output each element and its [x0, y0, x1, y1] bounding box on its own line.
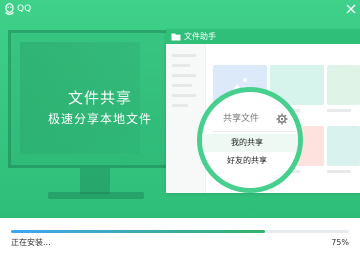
install-status: 正在安装... — [11, 238, 51, 247]
install-percent: 75% — [331, 238, 349, 247]
sidebar-placeholder — [172, 54, 196, 57]
menu-item-label: 好友的共享 — [227, 156, 267, 165]
file-card — [327, 126, 360, 166]
sidebar-placeholder — [172, 104, 188, 107]
file-card — [327, 65, 360, 105]
monitor-base — [48, 192, 144, 199]
folder-icon — [171, 33, 181, 41]
gear-icon[interactable] — [276, 113, 288, 125]
menu-item-label: 我的共享 — [231, 138, 263, 147]
sidebar-placeholder — [172, 74, 196, 77]
file-helper-titlebar: 文件助手 — [166, 29, 360, 44]
install-progress-bar — [11, 230, 349, 233]
promo-banner: QQ 文件共享 极速分享本地文件 文件助手 共享文件 我的共享 好友的共享 — [0, 0, 360, 218]
qq-penguin-icon — [5, 3, 14, 15]
card-caption — [327, 109, 351, 112]
banner-headline: 文件共享 — [67, 89, 132, 107]
app-title: QQ — [17, 4, 32, 14]
card-caption — [327, 170, 351, 173]
share-menu-title: 共享文件 — [223, 114, 260, 124]
title-bar: QQ — [0, 0, 360, 18]
menu-item-my-shares[interactable]: 我的共享 — [202, 134, 298, 152]
file-helper-title: 文件助手 — [184, 32, 216, 41]
sidebar-placeholder — [172, 84, 192, 87]
menu-divider — [212, 131, 298, 132]
file-helper-sidebar — [166, 44, 206, 193]
sidebar-placeholder — [172, 64, 190, 67]
menu-item-friends-shares[interactable]: 好友的共享 — [202, 152, 298, 170]
share-menu-magnifier: 共享文件 我的共享 好友的共享 — [197, 87, 303, 193]
close-icon[interactable] — [343, 1, 359, 17]
banner-subline: 极速分享本地文件 — [47, 112, 152, 126]
install-progress-fill — [11, 230, 265, 233]
sidebar-placeholder — [172, 94, 196, 97]
monitor-stand — [80, 168, 110, 194]
